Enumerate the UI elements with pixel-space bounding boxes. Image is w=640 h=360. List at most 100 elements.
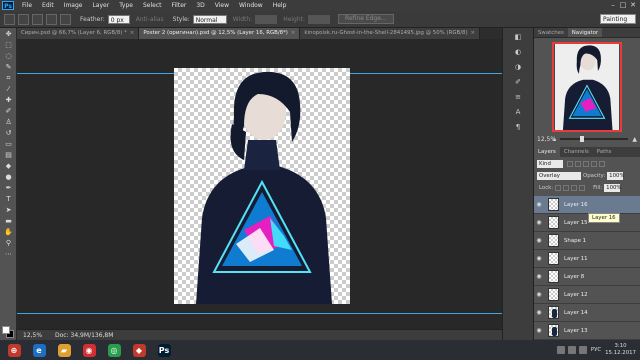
menu-image[interactable]: Image	[59, 0, 88, 11]
maximize-button[interactable]: □	[618, 0, 628, 10]
close-tab-icon[interactable]: ×	[130, 30, 135, 36]
visibility-eye-icon[interactable]: ◉	[534, 273, 544, 280]
visibility-eye-icon[interactable]: ◉	[534, 255, 544, 262]
navigator-zoom-value[interactable]: 12,5%	[537, 136, 556, 143]
document-canvas[interactable]	[174, 68, 350, 304]
crop-tool-icon[interactable]: ⌗	[2, 73, 15, 83]
tab-sirin[interactable]: Сирин.psd @ 66,7% (Layer 6, RGB/8) * ×	[17, 28, 140, 39]
stamp-tool-icon[interactable]: ♙	[2, 117, 15, 127]
layer-row[interactable]: ◉ Layer 15	[534, 214, 640, 232]
feather-input[interactable]: 0 px	[107, 14, 130, 24]
layer-row[interactable]: ◉ Layer 13	[534, 322, 640, 340]
flag-icon[interactable]	[578, 346, 587, 354]
filter-adjustment-icon[interactable]	[575, 161, 581, 167]
lock-position-icon[interactable]	[571, 185, 578, 191]
network-icon[interactable]	[556, 346, 565, 354]
shape-tool-icon[interactable]: ▬	[2, 216, 15, 226]
lock-image-icon[interactable]	[563, 185, 570, 191]
brush-presets-icon[interactable]: ✐	[513, 77, 523, 87]
height-input[interactable]	[308, 14, 331, 24]
navigator-preview[interactable]	[552, 42, 622, 132]
intersect-selection-icon[interactable]	[60, 13, 71, 25]
volume-icon[interactable]	[567, 346, 576, 354]
filter-pixel-icon[interactable]	[567, 161, 573, 167]
taskbar-app-6[interactable]: ◆	[128, 341, 150, 359]
tab-channels[interactable]: Channels	[560, 147, 593, 157]
history-icon[interactable]: ◧	[513, 32, 523, 42]
visibility-eye-icon[interactable]: ◉	[534, 237, 544, 244]
zoom-out-icon[interactable]: ▴	[553, 136, 556, 143]
visibility-eye-icon[interactable]: ◉	[534, 201, 544, 208]
menu-type[interactable]: Type	[114, 0, 138, 11]
tab-navigator[interactable]: Navigator	[567, 28, 603, 37]
properties-icon[interactable]: ≡	[513, 92, 523, 102]
tab-poster-2[interactable]: Poster 2 (оригинал).psd @ 12,5% (Layer 1…	[139, 28, 301, 39]
zoom-level[interactable]: 12,5%	[23, 332, 43, 339]
layer-row[interactable]: ◉ Layer 12	[534, 286, 640, 304]
menu-help[interactable]: Help	[268, 0, 292, 11]
type-tool-icon[interactable]: T	[2, 194, 15, 204]
menu-window[interactable]: Window	[234, 0, 268, 11]
hand-tool-icon[interactable]: ✋	[2, 227, 15, 237]
lock-all-icon[interactable]	[579, 185, 586, 191]
tab-swatches[interactable]: Swatches	[534, 28, 568, 37]
canvas-area[interactable]	[17, 39, 502, 329]
move-tool-icon[interactable]: ✥	[2, 29, 15, 39]
path-select-tool-icon[interactable]: ➤	[2, 205, 15, 215]
guide-line-bottom[interactable]	[17, 313, 502, 314]
tab-layers[interactable]: Layers	[534, 147, 560, 157]
zoom-tool-icon[interactable]: ⚲	[2, 238, 15, 248]
taskbar-app-1[interactable]: ⊕	[3, 341, 25, 359]
language-indicator[interactable]: РУС	[591, 347, 601, 353]
filter-shape-icon[interactable]	[591, 161, 597, 167]
paragraph-icon[interactable]: ¶	[513, 122, 523, 132]
adjustments-icon[interactable]: ◑	[513, 62, 523, 72]
clock[interactable]: 3:10 15.12.2017	[605, 343, 636, 357]
visibility-eye-icon[interactable]: ◉	[534, 327, 544, 334]
opacity-input[interactable]: 100%	[607, 172, 625, 180]
filter-smart-icon[interactable]	[599, 161, 605, 167]
taskbar-app-4[interactable]: ◉	[78, 341, 100, 359]
character-icon[interactable]: A	[513, 107, 523, 117]
menu-3d[interactable]: 3D	[191, 0, 209, 11]
visibility-eye-icon[interactable]: ◉	[534, 309, 544, 316]
quick-select-tool-icon[interactable]: ✎	[2, 62, 15, 72]
brush-tool-icon[interactable]: ✐	[2, 106, 15, 116]
blur-tool-icon[interactable]: ◆	[2, 161, 15, 171]
foreground-color-swatch[interactable]	[2, 326, 10, 334]
layer-row[interactable]: ◉ Shape 1	[534, 232, 640, 250]
refine-edge-button[interactable]: Refine Edge...	[338, 14, 394, 24]
filter-type-icon[interactable]	[583, 161, 589, 167]
menu-select[interactable]: Select	[138, 0, 167, 11]
gradient-tool-icon[interactable]: ▤	[2, 150, 15, 160]
antialias-checkbox[interactable]: Anti-alias	[136, 16, 164, 23]
new-selection-icon[interactable]	[18, 13, 29, 25]
menu-filter[interactable]: Filter	[167, 0, 192, 11]
zoom-in-icon[interactable]: ▲	[632, 136, 637, 143]
color-icon[interactable]: ◐	[513, 47, 523, 57]
add-selection-icon[interactable]	[32, 13, 43, 25]
tab-ghost-in-the-shell[interactable]: kinopoisk.ru-Ghost-in-the-Shell-2841495.…	[300, 28, 481, 39]
zoom-slider-knob[interactable]	[580, 136, 585, 142]
lasso-tool-icon[interactable]: ◌	[2, 51, 15, 61]
marquee-tool-icon[interactable]	[4, 13, 15, 25]
workspace-select[interactable]: Painting	[600, 14, 636, 24]
eyedropper-tool-icon[interactable]: ⁄	[2, 84, 15, 94]
navigator-zoom-slider[interactable]	[560, 136, 629, 142]
menu-file[interactable]: File	[17, 0, 37, 11]
layer-row[interactable]: ◉ Layer 14	[534, 304, 640, 322]
pen-tool-icon[interactable]: ✒	[2, 183, 15, 193]
taskbar-app-3[interactable]: ▰	[53, 341, 75, 359]
more-tools-icon[interactable]: ⋯	[2, 249, 15, 259]
menu-edit[interactable]: Edit	[37, 0, 59, 11]
lock-transparent-icon[interactable]	[555, 185, 562, 191]
layer-kind-filter[interactable]: Kind	[537, 160, 563, 168]
close-button[interactable]: ✕	[628, 0, 638, 10]
healing-brush-icon[interactable]: ✚	[2, 95, 15, 105]
visibility-eye-icon[interactable]: ◉	[534, 219, 544, 226]
taskbar-app-2[interactable]: e	[28, 341, 50, 359]
marquee-tool-icon[interactable]: ⬚	[2, 40, 15, 50]
minimize-button[interactable]: –	[608, 0, 618, 10]
fill-input[interactable]: 100%	[604, 184, 622, 192]
close-tab-icon[interactable]: ×	[291, 30, 296, 36]
